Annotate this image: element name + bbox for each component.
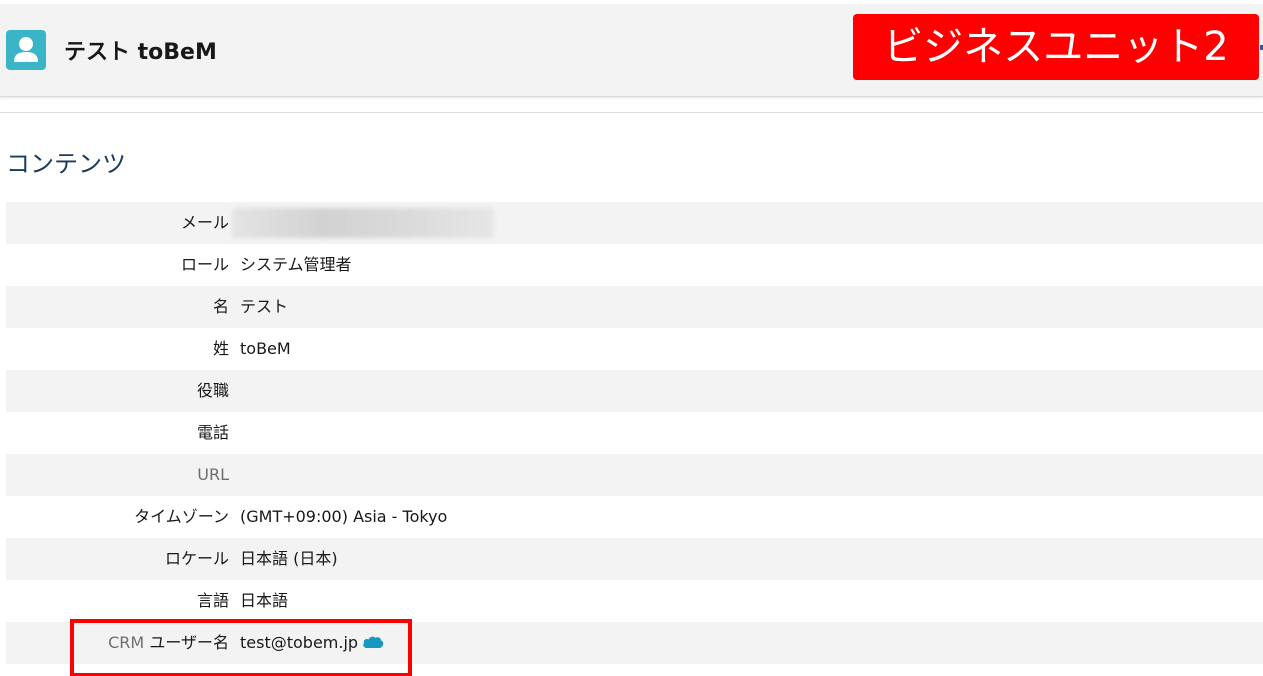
field-row-phone: 電話 — [6, 412, 1263, 454]
field-value: テスト — [240, 297, 289, 316]
field-row-email: メール — [6, 202, 1263, 244]
field-label: タイムゾーン — [134, 507, 229, 526]
field-list: メール ロール システム管理者 名 テスト 姓 toBeM 役職 電話 URL … — [6, 202, 1263, 664]
field-value: 日本語 (日本) — [240, 549, 338, 568]
field-label: 電話 — [196, 423, 229, 442]
field-label: 名 — [212, 297, 229, 316]
header-divider — [0, 112, 1263, 113]
field-label: URL — [197, 465, 229, 484]
field-row-first-name: 名 テスト — [6, 286, 1263, 328]
clipped-link-icon[interactable]: ▪ — [1259, 42, 1263, 53]
field-label: ロケール — [164, 549, 229, 568]
field-label: 言語 — [196, 591, 229, 610]
field-value: システム管理者 — [240, 255, 352, 274]
field-label: メール — [180, 213, 229, 232]
field-row-timezone: タイムゾーン (GMT+09:00) Asia - Tokyo — [6, 496, 1263, 538]
field-label: 姓 — [212, 339, 229, 358]
page-header: テスト toBeM ビジネスユニット2 ▪ — [0, 4, 1263, 97]
user-avatar-icon — [6, 30, 46, 70]
field-row-language: 言語 日本語 — [6, 580, 1263, 622]
field-row-last-name: 姓 toBeM — [6, 328, 1263, 370]
annotation-highlight-box — [70, 619, 412, 676]
page-title: テスト toBeM — [64, 40, 217, 65]
user-detail-page: テスト toBeM ビジネスユニット2 ▪ コンテンツ メール ロール システム… — [0, 0, 1263, 676]
field-row-role: ロール システム管理者 — [6, 244, 1263, 286]
field-value: (GMT+09:00) Asia - Tokyo — [240, 507, 448, 526]
business-unit-badge: ビジネスユニット2 — [853, 14, 1259, 80]
field-label: 役職 — [196, 381, 229, 400]
field-row-job-title: 役職 — [6, 370, 1263, 412]
redacted-email-value — [232, 208, 494, 238]
field-row-locale: ロケール 日本語 (日本) — [6, 538, 1263, 580]
field-value: toBeM — [240, 339, 291, 358]
field-row-url: URL — [6, 454, 1263, 496]
field-value: 日本語 — [240, 591, 289, 610]
section-title: コンテンツ — [6, 150, 126, 178]
field-label: ロール — [180, 255, 229, 274]
